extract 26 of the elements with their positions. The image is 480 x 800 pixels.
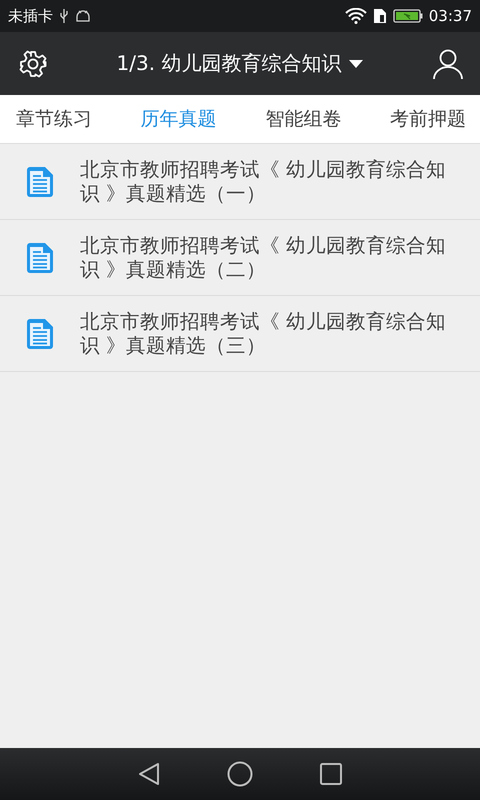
clock-text: 03:37 — [428, 7, 472, 25]
document-icon — [25, 242, 55, 274]
exam-title: 北京市教师招聘考试《 幼儿园教育综合知识 》真题精选（三） — [80, 310, 448, 358]
tab[interactable]: 章节练习 — [16, 106, 92, 132]
caret-icon[interactable] — [349, 60, 364, 68]
exam-list-item[interactable]: 北京市教师招聘考试《 幼儿园教育综合知识 》真题精选（一） — [0, 144, 480, 220]
exam-list-item[interactable]: 北京市教师招聘考试《 幼儿园教育综合知识 》真题精选（三） — [0, 296, 480, 372]
tab[interactable]: 智能组卷 — [265, 106, 342, 132]
back-icon[interactable] — [137, 762, 161, 786]
usb-icon — [59, 8, 69, 24]
user-icon[interactable] — [432, 48, 464, 80]
exam-title: 北京市教师招聘考试《 幼儿园教育综合知识 》真题精选（一） — [80, 158, 448, 206]
tab[interactable]: 历年真题 — [140, 106, 217, 132]
battery-icon — [392, 8, 423, 24]
exam-list-item[interactable]: 北京市教师招聘考试《 幼儿园教育综合知识 》真题精选（二） — [0, 220, 480, 296]
document-icon — [25, 166, 55, 198]
settings-icon[interactable] — [18, 48, 48, 78]
sim-icon — [372, 8, 387, 24]
carrier-text: 未插卡 — [8, 6, 53, 26]
document-icon — [25, 318, 55, 350]
android-icon — [75, 9, 91, 23]
wifi-icon — [344, 8, 367, 24]
recents-icon[interactable] — [319, 762, 343, 786]
tab[interactable]: 考前押题 — [390, 106, 466, 132]
exam-title: 北京市教师招聘考试《 幼儿园教育综合知识 》真题精选（二） — [80, 234, 448, 282]
home-icon[interactable] — [227, 761, 253, 787]
